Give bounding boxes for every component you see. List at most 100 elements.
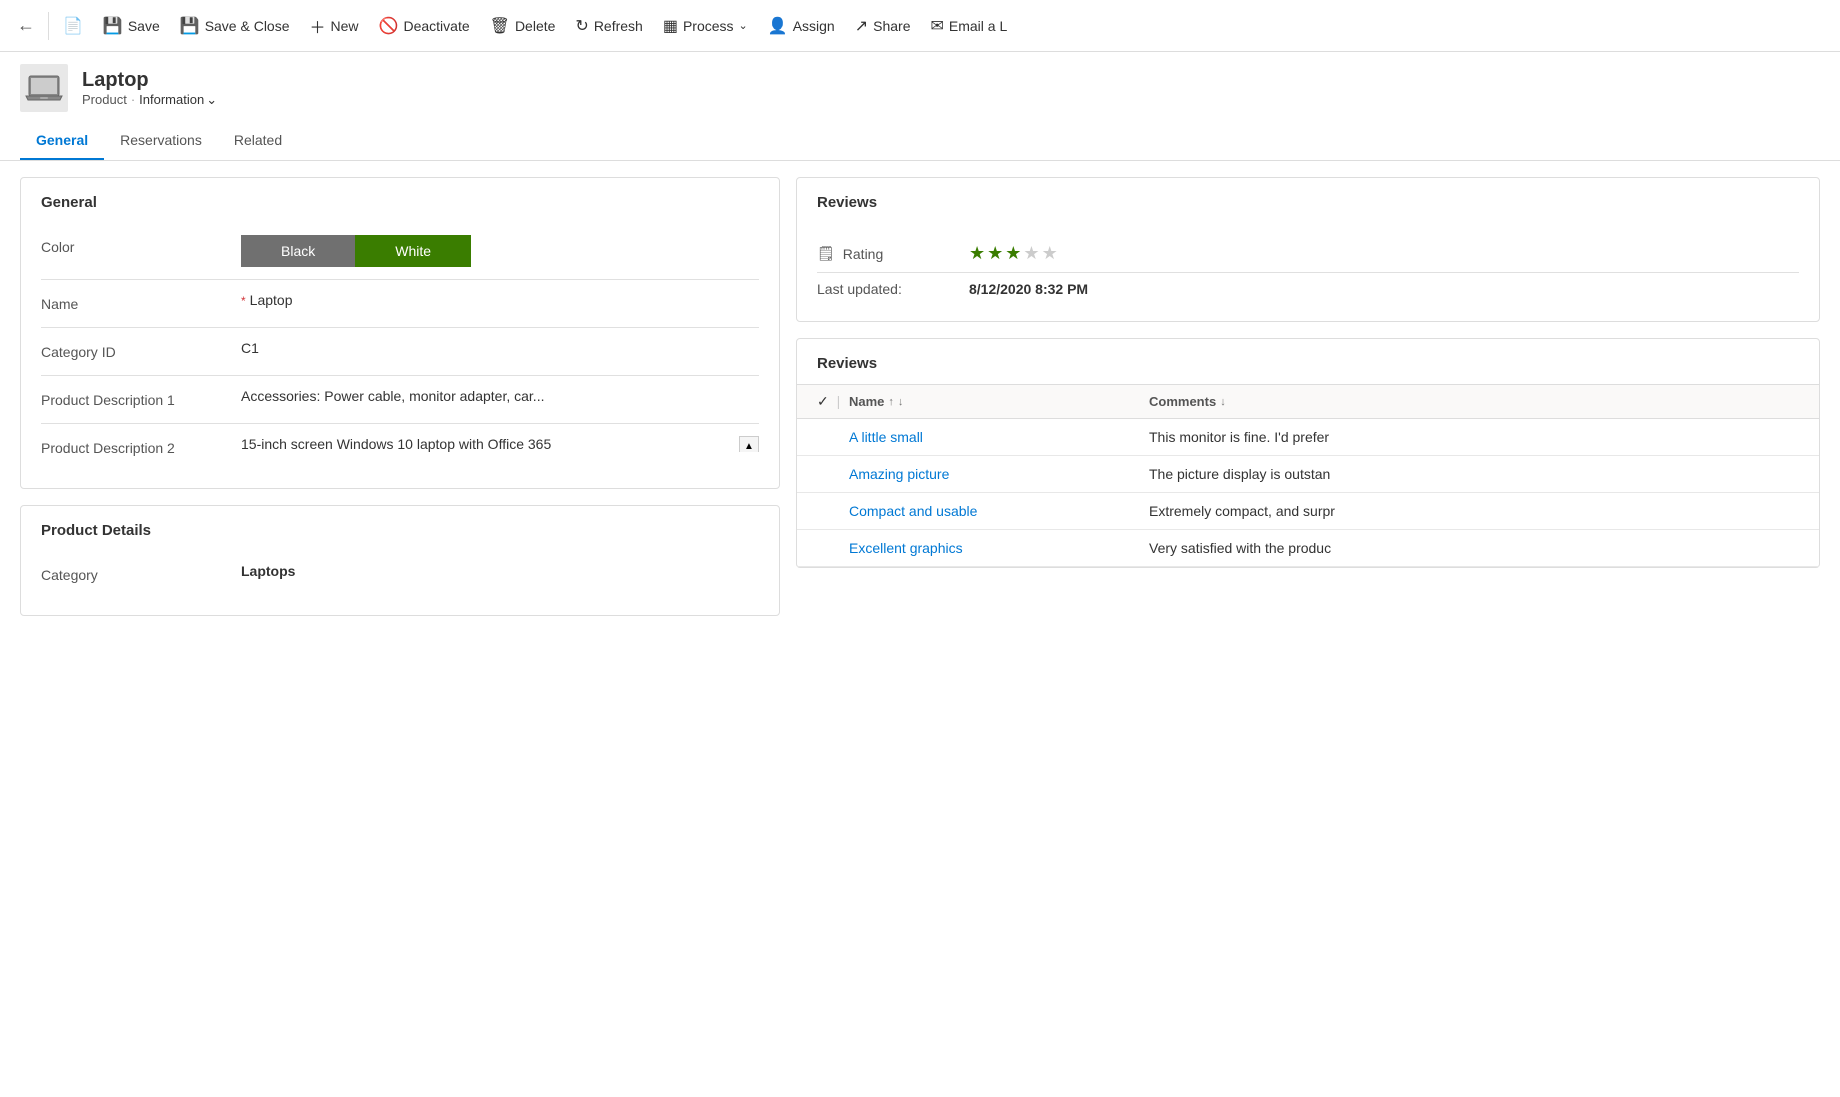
reviews-table-title: Reviews (797, 339, 1819, 384)
review-name-2[interactable]: Compact and usable (849, 503, 1149, 519)
last-updated-value: 8/12/2020 8:32 PM (969, 281, 1088, 297)
category-id-row: Category ID C1 (41, 328, 759, 376)
color-row: Color Black White (41, 223, 759, 280)
share-button[interactable]: ↗ Share (845, 10, 921, 42)
save-close-button[interactable]: 💾 Save & Close (170, 10, 300, 42)
rating-icon: 🗒 (817, 245, 835, 262)
general-form: Color Black White Name *Laptop (21, 223, 779, 488)
name-sort-asc-icon[interactable]: ↑ (888, 396, 894, 408)
main-content: General Color Black White Name (0, 161, 1840, 1097)
review-comments-0: This monitor is fine. I'd prefer (1149, 429, 1799, 445)
tab-reservations[interactable]: Reservations (104, 122, 218, 160)
assign-icon: 👤 (768, 16, 788, 36)
refresh-icon: ↻ (575, 16, 588, 36)
page-icon: 📄 (63, 16, 83, 36)
table-row[interactable]: A little small This monitor is fine. I'd… (797, 419, 1819, 456)
refresh-button[interactable]: ↻ Refresh (565, 10, 652, 42)
general-card: General Color Black White Name (20, 177, 780, 489)
email-button[interactable]: ✉ Email a L (920, 10, 1017, 42)
color-value: Black White (241, 235, 759, 267)
back-button[interactable]: ← (8, 8, 44, 44)
desc2-value: 15-inch screen Windows 10 laptop with Of… (241, 436, 759, 452)
comments-sort-icon[interactable]: ↓ (1220, 396, 1226, 408)
th-name: Name ↑ ↓ (849, 394, 1149, 409)
scroll-up-button[interactable]: ▲ (739, 436, 759, 452)
category-row: Category Laptops (41, 551, 759, 599)
new-icon: ＋ (310, 14, 326, 38)
page-subtitle: Product · Information ⌄ (82, 92, 217, 108)
subtitle-info: Information (139, 92, 204, 107)
star-2: ★ (987, 243, 1003, 264)
share-icon: ↗ (855, 16, 868, 36)
process-button[interactable]: ▦ Process ⌄ (653, 10, 758, 42)
review-name-1[interactable]: Amazing picture (849, 466, 1149, 482)
star-rating: ★ ★ ★ ★ ★ (969, 243, 1058, 264)
th-comments: Comments ↓ (1149, 394, 1799, 409)
tabs-container: General Reservations Related (0, 122, 1840, 161)
required-star: * (241, 294, 246, 308)
white-color-button[interactable]: White (355, 235, 471, 267)
general-card-title: General (21, 178, 779, 223)
color-buttons: Black White (241, 235, 759, 267)
product-details-form: Category Laptops (21, 551, 779, 615)
star-5: ★ (1042, 243, 1058, 264)
black-color-button[interactable]: Black (241, 235, 355, 267)
desc2-scrollable: 15-inch screen Windows 10 laptop with Of… (241, 436, 759, 452)
save-close-icon: 💾 (180, 16, 200, 36)
table-row[interactable]: Amazing picture The picture display is o… (797, 456, 1819, 493)
category-id-value: C1 (241, 340, 759, 356)
table-row[interactable]: Excellent graphics Very satisfied with t… (797, 530, 1819, 567)
tab-general[interactable]: General (20, 122, 104, 160)
info-chevron-icon: ⌄ (206, 92, 217, 108)
last-updated-label: Last updated: (817, 281, 957, 297)
desc2-row: Product Description 2 15-inch screen Win… (41, 424, 759, 472)
name-value: *Laptop (241, 292, 759, 308)
product-icon (20, 64, 68, 112)
toolbar-separator (48, 12, 49, 40)
deactivate-button[interactable]: 🚫 Deactivate (369, 10, 480, 42)
name-row: Name *Laptop (41, 280, 759, 328)
category-id-label: Category ID (41, 340, 241, 360)
deactivate-icon: 🚫 (379, 16, 399, 36)
page-header: Laptop Product · Information ⌄ (0, 52, 1840, 112)
desc1-label: Product Description 1 (41, 388, 241, 408)
product-details-card: Product Details Category Laptops (20, 505, 780, 616)
product-details-title: Product Details (21, 506, 779, 551)
subtitle-dot: · (131, 92, 135, 107)
star-3: ★ (1005, 243, 1021, 264)
review-comments-1: The picture display is outstan (1149, 466, 1799, 482)
category-value: Laptops (241, 563, 759, 579)
review-name-0[interactable]: A little small (849, 429, 1149, 445)
scroll-arrows: ▲ ▼ (739, 436, 759, 452)
review-comments-2: Extremely compact, and surpr (1149, 503, 1799, 519)
left-panel: General Color Black White Name (20, 177, 780, 1081)
new-button[interactable]: ＋ New (300, 8, 369, 44)
page-icon-button[interactable]: 📄 (53, 10, 93, 42)
star-1: ★ (969, 243, 985, 264)
subtitle-product: Product (82, 92, 127, 107)
table-header: ✓ | Name ↑ ↓ Comments ↓ (797, 384, 1819, 419)
th-check: ✓ | (817, 393, 849, 410)
reviews-table-card: Reviews ✓ | Name ↑ ↓ Comments ↓ (796, 338, 1820, 568)
rating-row: 🗒 Rating ★ ★ ★ ★ ★ (817, 235, 1799, 273)
info-dropdown[interactable]: Information ⌄ (139, 92, 217, 108)
process-chevron-icon: ⌄ (739, 19, 748, 32)
rating-label: 🗒 Rating (817, 245, 957, 262)
assign-button[interactable]: 👤 Assign (758, 10, 845, 42)
save-icon: 💾 (103, 16, 123, 36)
review-name-3[interactable]: Excellent graphics (849, 540, 1149, 556)
toolbar: ← 📄 💾 Save 💾 Save & Close ＋ New 🚫 Deacti… (0, 0, 1840, 52)
delete-button[interactable]: 🗑 Delete (480, 10, 566, 42)
review-comments-3: Very satisfied with the produc (1149, 540, 1799, 556)
star-4: ★ (1023, 243, 1039, 264)
save-button[interactable]: 💾 Save (93, 10, 170, 42)
table-row[interactable]: Compact and usable Extremely compact, an… (797, 493, 1819, 530)
name-sort-desc-icon[interactable]: ↓ (898, 396, 904, 408)
sort-divider: | (837, 393, 841, 409)
tab-related[interactable]: Related (218, 122, 298, 160)
email-icon: ✉ (930, 16, 943, 36)
desc1-row: Product Description 1 Accessories: Power… (41, 376, 759, 424)
process-icon: ▦ (663, 16, 678, 36)
title-area: Laptop Product · Information ⌄ (82, 69, 217, 108)
desc2-label: Product Description 2 (41, 436, 241, 456)
